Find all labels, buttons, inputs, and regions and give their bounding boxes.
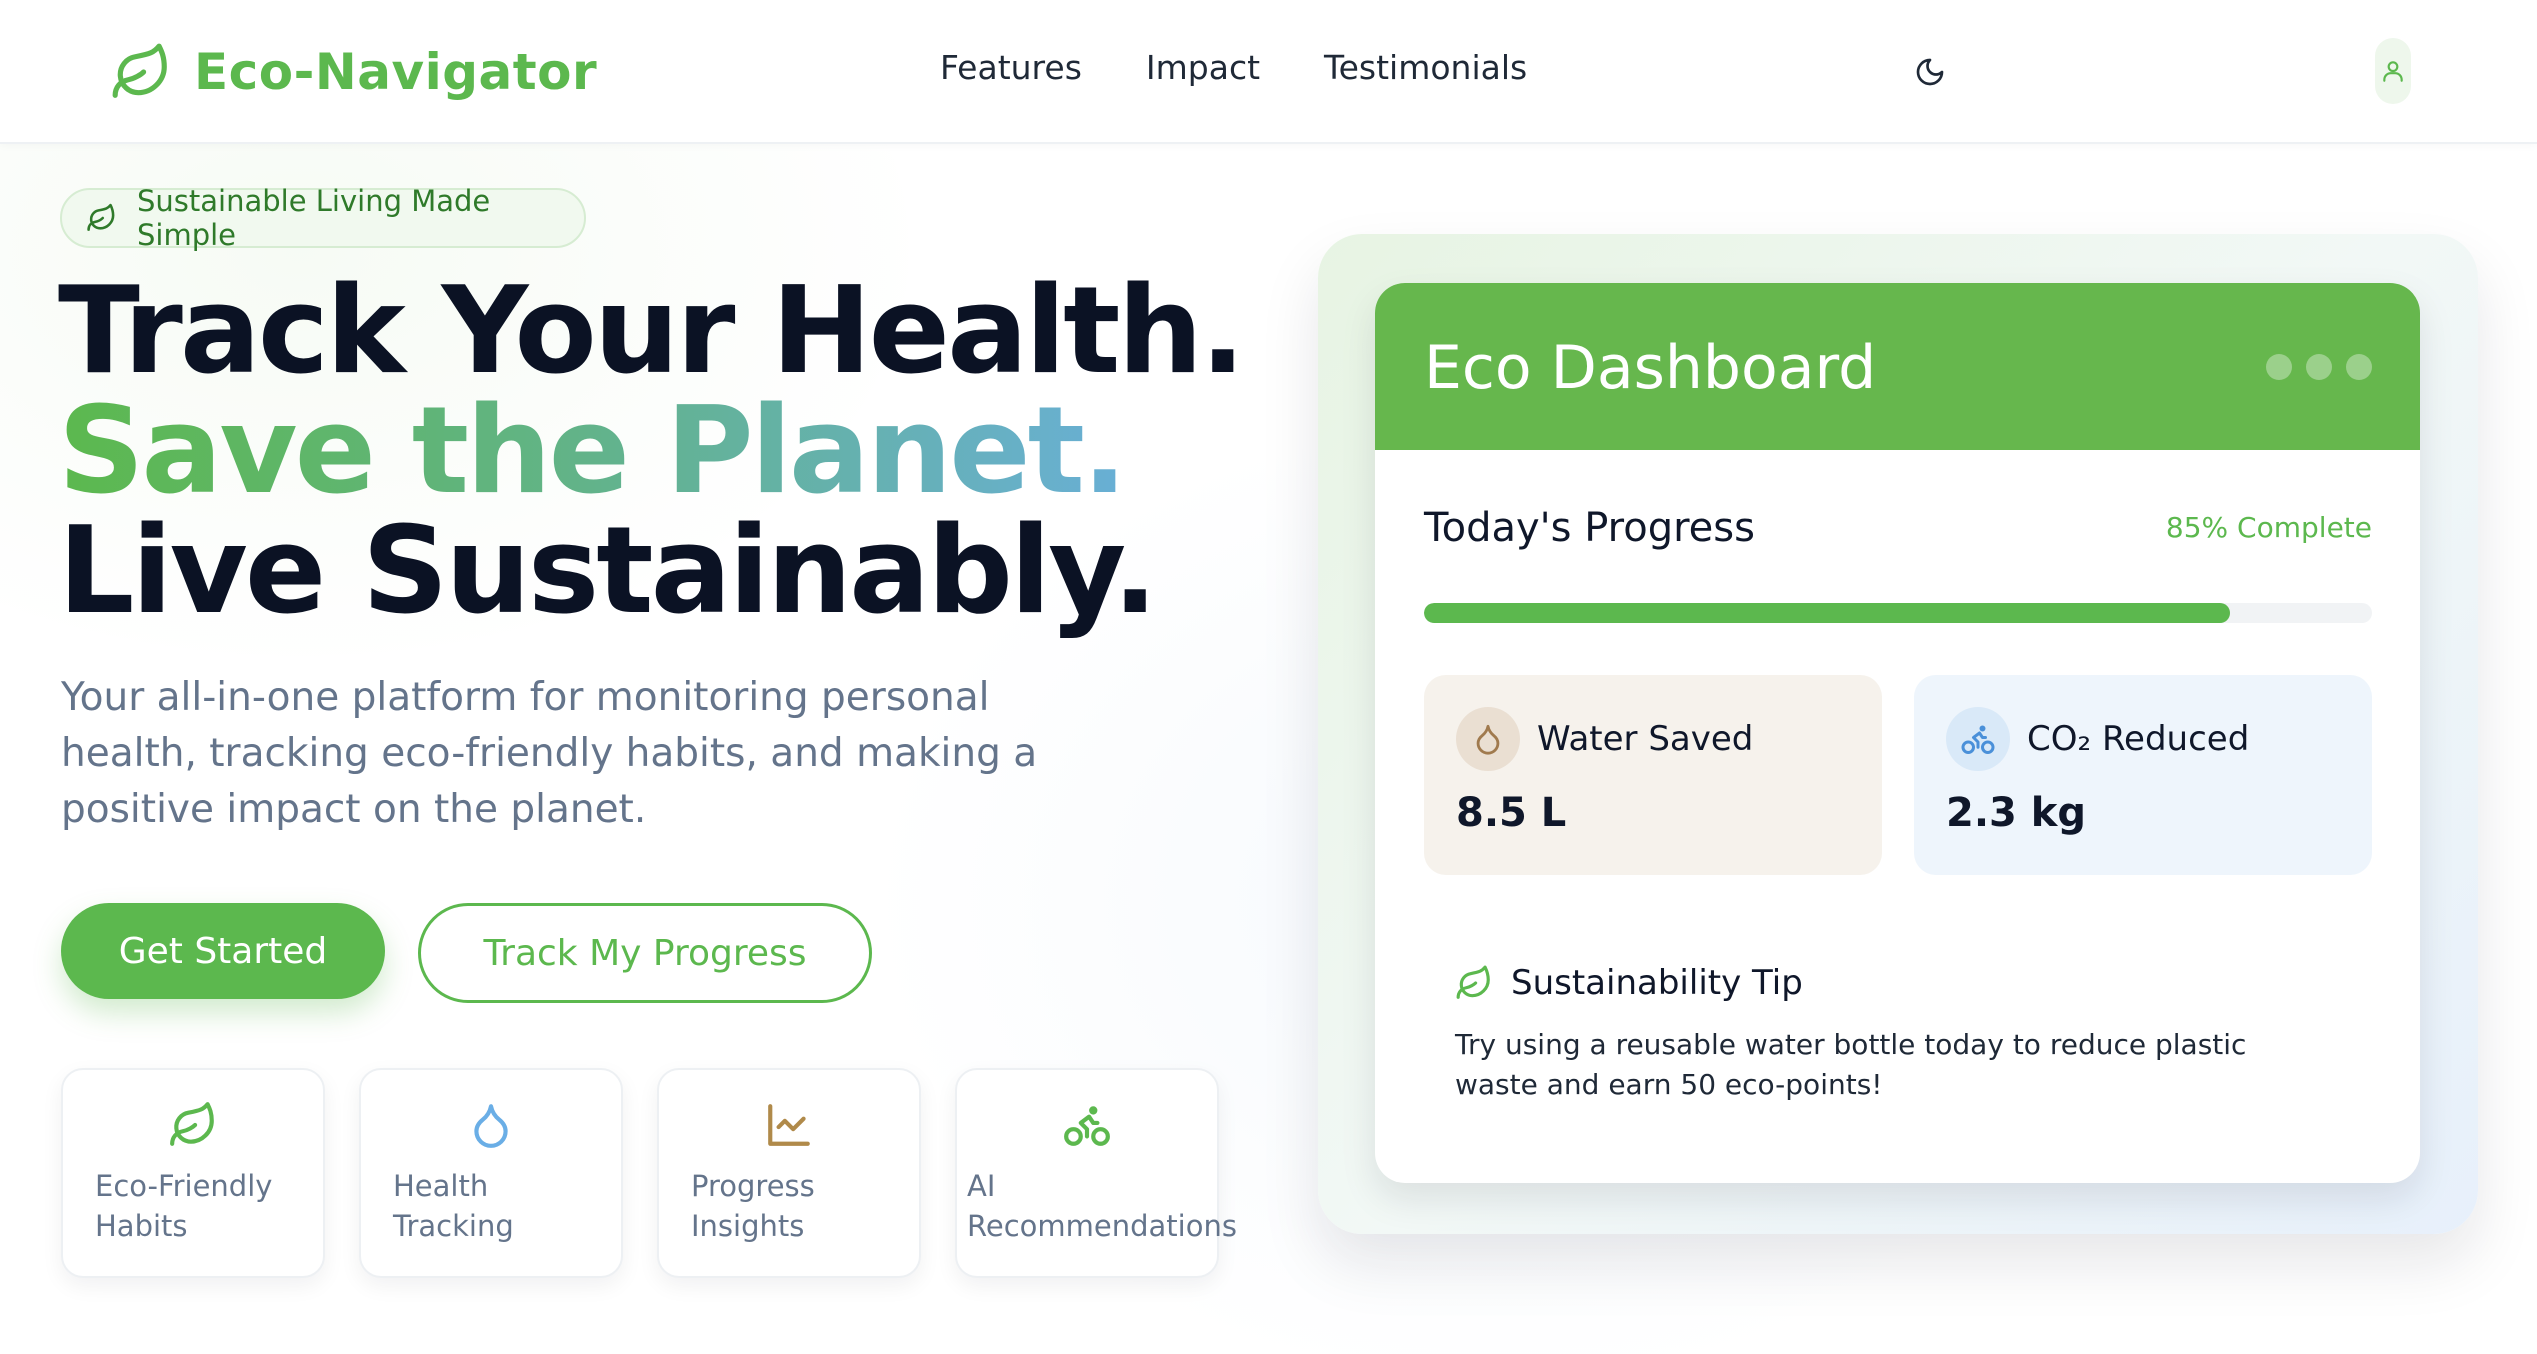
window-dots bbox=[2266, 354, 2372, 380]
feature-label: AI Recommendations bbox=[967, 1169, 1237, 1243]
hero-headline: Track Your Health. Save the Planet. Live… bbox=[58, 262, 1246, 641]
brand-logo[interactable]: Eco-Navigator bbox=[110, 38, 597, 106]
progress-status: 85% Complete bbox=[2165, 511, 2372, 544]
user-profile-button[interactable] bbox=[2375, 38, 2411, 104]
hero-badge: Sustainable Living Made Simple bbox=[60, 184, 586, 252]
feature-card-health-tracking[interactable]: Health Tracking bbox=[359, 1068, 623, 1278]
stat-label: CO₂ Reduced bbox=[2027, 719, 2250, 759]
leaf-icon bbox=[170, 1102, 214, 1146]
droplet-icon bbox=[474, 1104, 508, 1148]
headline-line-3: Live Sustainably. bbox=[58, 502, 1158, 641]
feature-label: Progress Insights bbox=[691, 1169, 815, 1243]
headline-line-1: Track Your Health. bbox=[58, 262, 1246, 401]
stat-value: 8.5 L bbox=[1456, 790, 1567, 836]
nav-link-features[interactable]: Features bbox=[940, 48, 1082, 87]
brand-name: Eco-Navigator bbox=[194, 43, 598, 101]
dot bbox=[2346, 354, 2372, 380]
line-chart-icon bbox=[768, 1104, 810, 1146]
leaf-icon bbox=[1456, 965, 1490, 999]
droplet-icon bbox=[1476, 724, 1500, 755]
feature-card-progress-insights[interactable]: Progress Insights bbox=[657, 1068, 921, 1278]
nav-link-testimonials[interactable]: Testimonials bbox=[1324, 48, 1527, 87]
hero-subtext: Your all-in-one platform for monitoring … bbox=[61, 675, 1038, 832]
feature-card-ai-recommendations[interactable]: AI Recommendations bbox=[955, 1068, 1237, 1278]
feature-label: Eco-Friendly Habits bbox=[95, 1169, 273, 1243]
hero-badge-label: Sustainable Living Made Simple bbox=[137, 184, 491, 252]
co2-reduced-card: CO₂ Reduced 2.3 kg bbox=[1914, 675, 2372, 875]
sustainability-tip-header: Sustainability Tip bbox=[1455, 963, 1803, 1003]
leaf-icon bbox=[112, 43, 167, 98]
dot bbox=[2266, 354, 2292, 380]
progress-bar bbox=[1424, 603, 2372, 623]
feature-label: Health Tracking bbox=[393, 1169, 514, 1243]
theme-toggle-button[interactable] bbox=[1910, 52, 1950, 92]
nav-links: Features Impact Testimonials bbox=[940, 48, 1527, 87]
leaf-icon bbox=[87, 203, 115, 231]
nav-link-impact[interactable]: Impact bbox=[1146, 48, 1260, 87]
progress-bar-fill bbox=[1424, 603, 2230, 623]
top-nav: Eco-Navigator Features Impact Testimonia… bbox=[0, 0, 2537, 144]
progress-title: Today's Progress bbox=[1424, 505, 1755, 551]
dashboard-title: Eco Dashboard bbox=[1424, 333, 1877, 403]
dashboard-header: Eco Dashboard bbox=[1375, 283, 2420, 450]
feature-cards: Eco-Friendly Habits Health Tracking Prog… bbox=[61, 1068, 1237, 1278]
tip-title: Sustainability Tip bbox=[1511, 963, 1803, 1003]
feature-card-eco-habits[interactable]: Eco-Friendly Habits bbox=[61, 1068, 325, 1278]
stat-value: 2.3 kg bbox=[1946, 790, 2087, 836]
tip-text: Try using a reusable water bottle today … bbox=[1455, 1028, 2247, 1101]
bike-icon bbox=[1961, 725, 1995, 754]
headline-line-2: Save the Planet. bbox=[58, 392, 1243, 512]
get-started-button[interactable]: Get Started bbox=[61, 903, 385, 999]
eco-dashboard-card: Eco Dashboard Today's Progress 85% Compl… bbox=[1375, 283, 2420, 1183]
water-saved-card: Water Saved 8.5 L bbox=[1424, 675, 1882, 875]
stat-label: Water Saved bbox=[1537, 719, 1754, 759]
moon-icon bbox=[1916, 58, 1944, 86]
user-icon bbox=[2383, 61, 2403, 82]
dot bbox=[2306, 354, 2332, 380]
track-progress-button[interactable]: Track My Progress bbox=[418, 903, 872, 1003]
bike-icon bbox=[1064, 1106, 1110, 1146]
